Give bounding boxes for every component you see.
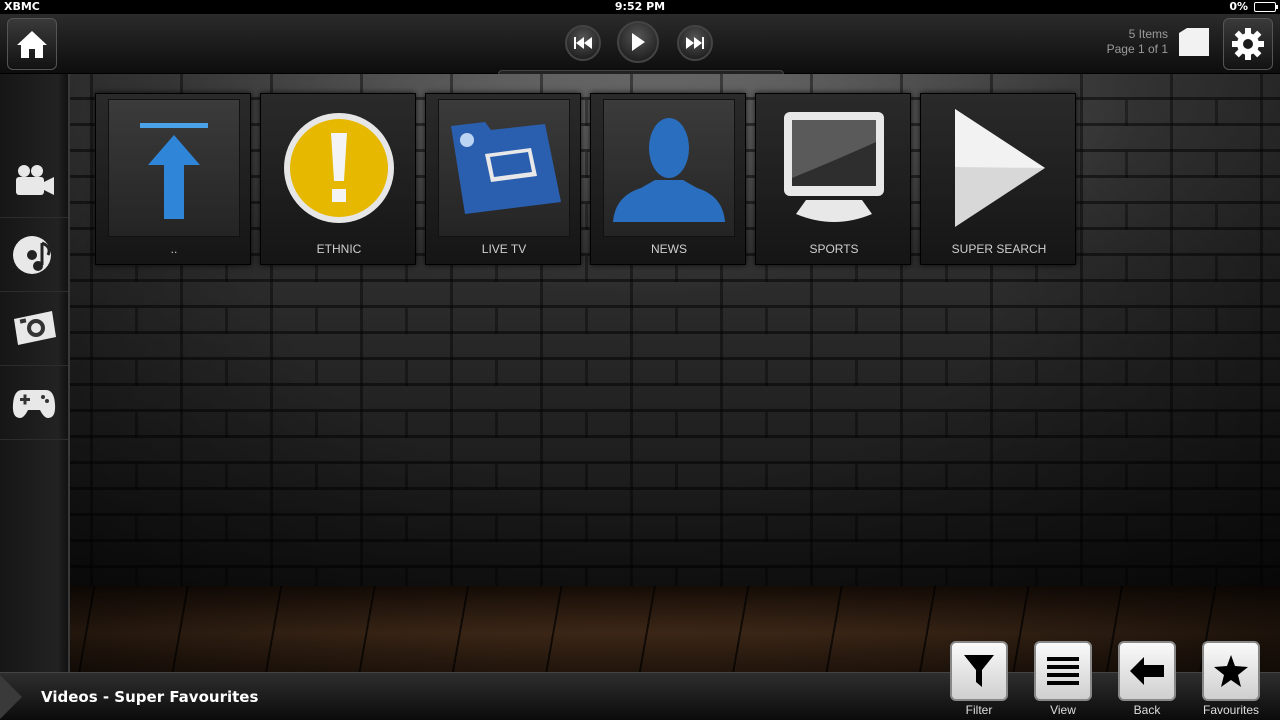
items-count: 5 Items (1128, 27, 1168, 41)
video-camera-icon (16, 164, 54, 195)
breadcrumb: Videos - Super Favourites (41, 688, 259, 706)
play-triangle-icon (955, 109, 1045, 227)
back-arrow-icon (1130, 657, 1164, 685)
view-button[interactable] (1034, 641, 1092, 701)
tile-label: .. (170, 242, 178, 256)
filter-label: Filter (965, 703, 993, 717)
settings-button[interactable] (1223, 18, 1273, 70)
battery-percent: 0% (1229, 0, 1248, 13)
battery-indicator: 0% (1229, 0, 1278, 14)
play-icon (632, 33, 645, 51)
skip-next-icon (686, 37, 704, 49)
tile-ethnic[interactable]: ETHNIC (260, 93, 416, 265)
gamepad-icon (12, 389, 56, 418)
favourites-label: Favourites (1202, 703, 1260, 717)
next-button[interactable] (677, 25, 713, 61)
tile-label: SPORTS (809, 242, 859, 256)
folder-icon (1179, 28, 1209, 56)
tile-sports[interactable]: SPORTS (755, 93, 911, 265)
play-button[interactable] (617, 21, 659, 63)
tile-label: NEWS (651, 242, 687, 256)
clock: 9:52 PM (614, 0, 666, 13)
warning-icon (284, 113, 394, 223)
filter-button[interactable] (950, 641, 1008, 701)
tile-art (603, 99, 735, 237)
favourites-button[interactable] (1202, 641, 1260, 701)
page-indicator: Page 1 of 1 (1106, 42, 1168, 56)
filter-icon (964, 655, 994, 687)
sidebar-item-games[interactable] (0, 366, 68, 440)
tile-art (438, 99, 570, 237)
skip-previous-icon (574, 37, 592, 49)
previous-button[interactable] (565, 25, 601, 61)
home-icon (17, 31, 47, 58)
chevron-right-icon[interactable] (0, 673, 30, 720)
gear-icon (1232, 28, 1264, 60)
sidebar-item-music[interactable] (0, 218, 68, 292)
tile-news[interactable]: NEWS (590, 93, 746, 265)
tile-art (933, 99, 1065, 237)
tile-label: LIVE TV (481, 242, 527, 256)
camera-icon (14, 310, 56, 345)
up-arrow-icon (140, 123, 208, 219)
music-disc-icon (13, 235, 51, 274)
star-icon (1214, 655, 1248, 687)
person-silhouette-icon (613, 118, 725, 222)
tile-super-search[interactable]: SUPER SEARCH (920, 93, 1076, 265)
sidebar-item-videos[interactable] (0, 144, 68, 218)
back-button[interactable] (1118, 641, 1176, 701)
tile-live-tv[interactable]: LIVE TV (425, 93, 581, 265)
tile-art (768, 99, 900, 237)
tv-folder-icon (451, 122, 561, 214)
tile-art (273, 99, 405, 237)
status-bar: XBMC 9:52 PM 0% (0, 0, 1280, 14)
home-button[interactable] (7, 18, 57, 70)
tile-label: ETHNIC (316, 242, 362, 256)
list-icon (1047, 657, 1079, 685)
back-label: Back (1133, 703, 1161, 717)
items-info: 5 Items Page 1 of 1 (1107, 27, 1168, 57)
tile-parent-folder[interactable]: .. (95, 93, 251, 265)
view-label: View (1050, 703, 1076, 717)
top-bar: 5 Items Page 1 of 1 (0, 14, 1280, 76)
monitor-icon (784, 112, 884, 222)
sidebar (0, 74, 70, 672)
sidebar-item-pictures[interactable] (0, 292, 68, 366)
tile-art (108, 99, 240, 237)
battery-icon (1254, 2, 1278, 12)
tile-label: SUPER SEARCH (951, 242, 1047, 256)
